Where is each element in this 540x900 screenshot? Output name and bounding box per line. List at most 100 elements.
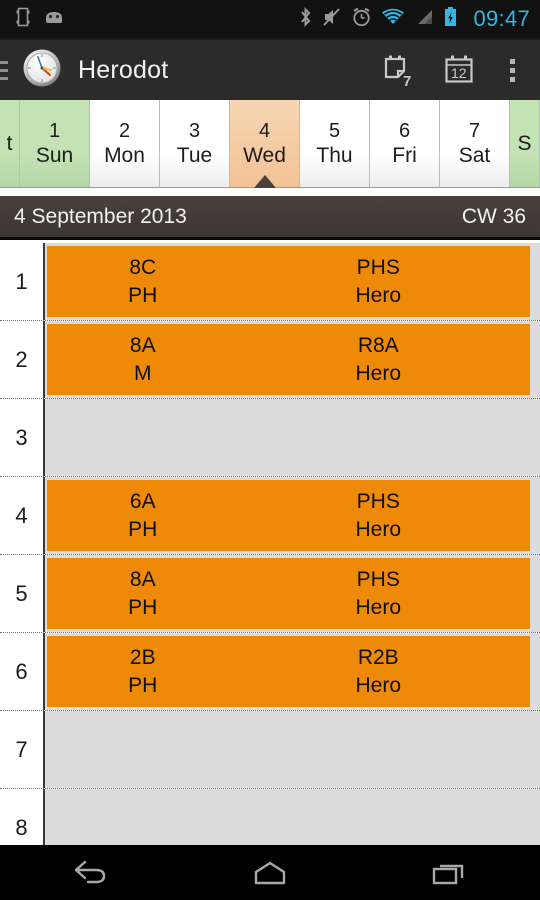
period-number-cell: 4 <box>0 477 45 554</box>
day-selector-strip[interactable]: t 1 Sun 2 Mon 3 Tue 4 Wed 5 Thu 6 Fri 7 Sat S <box>0 100 540 188</box>
app-screen: 09:47 Herodot 7 12 t 1 Sun 2 Mon 3 Tue 4… <box>0 0 540 900</box>
day-weekday-label: Sat <box>458 143 491 167</box>
lesson-teacher: Hero <box>355 673 402 697</box>
period-number: 4 <box>15 502 28 528</box>
hamburger-menu-icon[interactable] <box>0 40 16 100</box>
wifi-icon <box>381 7 405 32</box>
day-number: 1 <box>48 119 61 142</box>
lesson-slot[interactable] <box>45 399 540 476</box>
volume-mute-icon <box>322 6 342 33</box>
lesson-room: PHS <box>356 567 400 591</box>
lesson-class: 8C <box>129 255 157 279</box>
period-number-cell: 2 <box>0 321 45 398</box>
lesson-class: 2B <box>129 645 156 669</box>
sim-card-icon <box>16 7 30 32</box>
empty-lesson-slot[interactable] <box>45 711 540 788</box>
recents-button[interactable] <box>390 845 510 900</box>
lesson-top-line: 8A R8A <box>47 332 530 360</box>
lesson-slot[interactable]: 2B R2B PH Hero <box>45 633 540 710</box>
day-cell-mon[interactable]: 2 Mon <box>90 100 160 187</box>
timetable-row[interactable]: 4 6A PHS PH Hero <box>0 477 540 555</box>
lesson-room: R2B <box>357 645 399 669</box>
lesson-teacher: Hero <box>355 517 402 541</box>
app-bar: Herodot 7 12 <box>0 40 540 100</box>
timetable-row[interactable]: 1 8C PHS PH Hero <box>0 243 540 321</box>
hamburger-line <box>0 68 8 72</box>
status-bar-left-icons <box>16 7 65 32</box>
day-view-badge: 7 <box>403 73 411 90</box>
lesson-class: 8A <box>129 333 156 357</box>
period-number: 6 <box>15 658 28 684</box>
month-view-badge: 12 <box>451 65 467 81</box>
lesson-block[interactable]: 8A R8A M Hero <box>47 324 530 395</box>
lesson-slot[interactable]: 8A PHS PH Hero <box>45 555 540 632</box>
lesson-slot[interactable]: 8C PHS PH Hero <box>45 243 540 320</box>
overflow-dot <box>509 76 515 82</box>
lesson-room: PHS <box>356 255 400 279</box>
lesson-subject: PH <box>128 673 158 697</box>
day-weekday-label: Wed <box>243 143 286 167</box>
lesson-bottom-line: PH Hero <box>47 516 530 544</box>
day-number: 7 <box>468 119 481 142</box>
period-number: 7 <box>15 736 28 762</box>
lesson-slot[interactable] <box>45 711 540 788</box>
lesson-slot[interactable]: 6A PHS PH Hero <box>45 477 540 554</box>
timetable-row[interactable]: 3 <box>0 399 540 477</box>
timetable-grid[interactable]: 1 8C PHS PH Hero 2 8A R8A M Hero 3 4 6A PHS PH Hero 5 8A P… <box>0 243 540 855</box>
day-cell-thu[interactable]: 5 Thu <box>300 100 370 187</box>
period-number: 3 <box>15 424 28 450</box>
day-number: 2 <box>118 119 131 142</box>
lesson-bottom-line: PH Hero <box>47 672 530 700</box>
lesson-teacher: Hero <box>355 361 402 385</box>
hamburger-line <box>0 60 8 64</box>
lesson-top-line: 2B R2B <box>47 644 530 672</box>
day-number: 5 <box>328 119 341 142</box>
day-cell-tue[interactable]: 3 Tue <box>160 100 230 187</box>
empty-lesson-slot[interactable] <box>45 399 540 476</box>
lesson-block[interactable]: 6A PHS PH Hero <box>47 480 530 551</box>
overflow-dot <box>509 67 515 73</box>
selected-date-label: 4 September 2013 <box>14 204 187 228</box>
android-bugdroid-icon <box>43 9 65 30</box>
lesson-block[interactable]: 8A PHS PH Hero <box>47 558 530 629</box>
day-cell-s[interactable]: S <box>510 100 540 187</box>
back-button[interactable] <box>30 845 150 900</box>
timetable-row[interactable]: 5 8A PHS PH Hero <box>0 555 540 633</box>
timetable-row[interactable]: 7 <box>0 711 540 789</box>
lesson-subject: M <box>134 361 152 385</box>
page-title: Herodot <box>78 55 169 84</box>
android-navigation-bar <box>0 845 540 900</box>
day-weekday-label: Fri <box>392 143 417 167</box>
overflow-menu-icon[interactable] <box>490 40 534 100</box>
lesson-top-line: 8A PHS <box>47 566 530 594</box>
day-cell-sat[interactable]: 7 Sat <box>440 100 510 187</box>
day-number: 4 <box>258 119 271 142</box>
day-weekday-label: Mon <box>104 143 145 167</box>
period-number-cell: 1 <box>0 243 45 320</box>
lesson-block[interactable]: 8C PHS PH Hero <box>47 246 530 317</box>
timetable-row[interactable]: 2 8A R8A M Hero <box>0 321 540 399</box>
day-cell-sun[interactable]: 1 Sun <box>20 100 90 187</box>
home-button[interactable] <box>210 845 330 900</box>
day-view-icon[interactable]: 7 <box>366 40 428 100</box>
timetable-row[interactable]: 6 2B R2B PH Hero <box>0 633 540 711</box>
battery-charging-icon <box>443 6 458 33</box>
period-number-cell: 7 <box>0 711 45 788</box>
lesson-block[interactable]: 2B R2B PH Hero <box>47 636 530 707</box>
period-number: 5 <box>15 580 28 606</box>
day-weekday-label: t <box>6 131 13 155</box>
lesson-class: 8A <box>129 567 156 591</box>
day-cell-wed[interactable]: 4 Wed <box>230 100 300 188</box>
lesson-teacher: Hero <box>355 595 402 619</box>
lesson-bottom-line: PH Hero <box>47 282 530 310</box>
lesson-class: 6A <box>129 489 156 513</box>
day-cell-fri[interactable]: 6 Fri <box>370 100 440 187</box>
lesson-subject: PH <box>128 595 158 619</box>
lesson-teacher: Hero <box>355 283 402 307</box>
lesson-slot[interactable]: 8A R8A M Hero <box>45 321 540 398</box>
month-view-icon[interactable]: 12 <box>428 40 490 100</box>
date-header-bar: 4 September 2013 CW 36 <box>0 196 540 240</box>
day-cell-t[interactable]: t <box>0 100 20 187</box>
lesson-bottom-line: PH Hero <box>47 594 530 622</box>
period-number: 1 <box>15 268 28 294</box>
